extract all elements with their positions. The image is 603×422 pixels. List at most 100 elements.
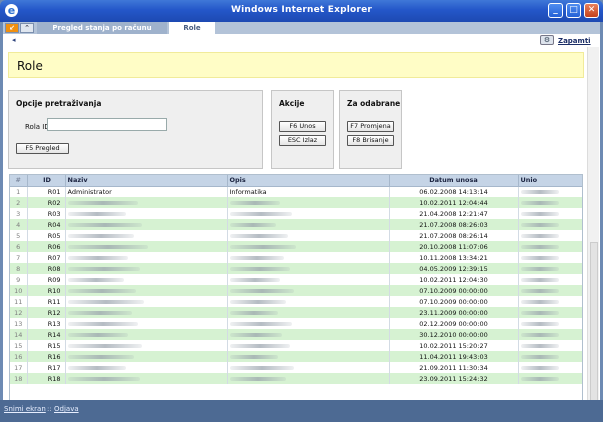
table-row[interactable]: 6 R06 20.10.2008 11:07:06	[10, 241, 582, 252]
row-opis	[227, 340, 390, 351]
redacted-text	[67, 354, 134, 359]
column-header-id[interactable]: ID	[27, 175, 66, 187]
row-datum-unosa: 10.02.2011 12:04:44	[389, 197, 519, 208]
redacted-text	[229, 266, 290, 271]
row-datum-unosa: 30.12.2010 00:00:00	[389, 329, 519, 340]
redacted-text	[520, 321, 559, 326]
snimi-ekran-link[interactable]: Snimi ekran	[4, 405, 46, 413]
redacted-text	[67, 233, 134, 238]
f5-pregled-button[interactable]: F5 Pregled	[16, 143, 69, 154]
row-datum-unosa: 10.11.2008 13:34:21	[389, 252, 519, 263]
row-index: 4	[10, 219, 28, 230]
search-options-panel: Opcije pretraživanja Rola ID F5 Pregled	[8, 90, 263, 169]
redacted-text	[229, 354, 278, 359]
table-row[interactable]: 17 R17 21.09.2011 11:30:34	[10, 362, 582, 373]
redacted-text	[229, 233, 288, 238]
row-index: 3	[10, 208, 28, 219]
table-row[interactable]: 2 R02 10.02.2011 12:04:44	[10, 197, 582, 208]
redacted-text	[229, 255, 284, 260]
selected-actions-panel: Za odabrane F7 Promjena F8 Brisanje	[339, 90, 402, 169]
redacted-text	[229, 365, 294, 370]
redacted-text	[229, 244, 296, 249]
row-datum-unosa: 06.02.2008 14:13:14	[389, 186, 519, 197]
row-unio	[518, 208, 582, 219]
table-row[interactable]: 8 R08 04.05.2009 12:39:15	[10, 263, 582, 274]
row-index: 14	[10, 329, 28, 340]
row-opis	[227, 230, 390, 241]
row-opis	[227, 307, 390, 318]
row-opis	[227, 197, 390, 208]
table-row[interactable]: 1 R01 Administrator Informatika 06.02.2008 1…	[10, 186, 582, 197]
arrow-left-icon[interactable]: ◂	[12, 36, 16, 44]
save-settings-icon[interactable]: ⚙	[540, 35, 554, 45]
column-header-unio[interactable]: Unio	[518, 175, 582, 187]
close-window-button[interactable]: ✕	[584, 3, 599, 18]
redacted-text	[229, 277, 280, 282]
row-opis	[227, 296, 390, 307]
redacted-text	[67, 288, 136, 293]
row-opis	[227, 318, 390, 329]
esc-izlaz-button[interactable]: ESC Izlaz	[279, 135, 326, 146]
row-naziv	[65, 362, 228, 373]
column-header-index[interactable]: #	[10, 175, 28, 187]
tab-role[interactable]: Role	[169, 22, 215, 34]
redacted-text	[67, 376, 140, 381]
redacted-text	[229, 211, 292, 216]
actions-panel: Akcije F6 Unos ESC Izlaz	[271, 90, 334, 169]
table-row[interactable]: 16 R16 11.04.2011 19:43:03	[10, 351, 582, 362]
row-unio	[518, 241, 582, 252]
table-row[interactable]: 5 R05 21.07.2008 08:26:14	[10, 230, 582, 241]
vertical-scrollbar[interactable]	[587, 47, 599, 402]
table-row[interactable]: 10 R10 07.10.2009 00:00:00	[10, 285, 582, 296]
f6-unos-button[interactable]: F6 Unos	[279, 121, 326, 132]
zapamti-link[interactable]: Zapamti	[558, 37, 591, 45]
table-row[interactable]: 13 R13 02.12.2009 00:00:00	[10, 318, 582, 329]
row-naziv	[65, 197, 228, 208]
row-naziv	[65, 241, 228, 252]
scrollbar-thumb[interactable]	[590, 242, 598, 402]
table-row[interactable]: 11 R11 07.10.2009 00:00:00	[10, 296, 582, 307]
table-row[interactable]: 3 R03 21.04.2008 12:21:47	[10, 208, 582, 219]
tab-pregled-stanja[interactable]: Pregled stanja po računu	[37, 22, 167, 34]
column-header-opis[interactable]: Opis	[227, 175, 390, 187]
minimize-button[interactable]: _	[548, 3, 563, 18]
redacted-text	[67, 299, 144, 304]
row-datum-unosa: 23.11.2009 00:00:00	[389, 307, 519, 318]
odjava-link[interactable]: Odjava	[54, 405, 79, 413]
redacted-text	[229, 222, 276, 227]
f8-brisanje-button[interactable]: F8 Brisanje	[347, 135, 394, 146]
back-arrow-icon[interactable]: ↙	[5, 23, 19, 33]
row-index: 5	[10, 230, 28, 241]
row-index: 12	[10, 307, 28, 318]
column-header-naziv[interactable]: Naziv	[65, 175, 228, 187]
table-row[interactable]: 18 R18 23.09.2011 15:24:32	[10, 373, 582, 384]
table-row[interactable]: 9 R09 10.02.2011 12:04:30	[10, 274, 582, 285]
column-header-datum-unosa[interactable]: Datum unosa	[389, 175, 519, 187]
row-id: R08	[27, 263, 66, 274]
row-id: R02	[27, 197, 66, 208]
chevron-up-icon[interactable]: ⌃	[20, 23, 34, 33]
maximize-button[interactable]: □	[566, 3, 581, 18]
redacted-text	[520, 332, 559, 337]
row-datum-unosa: 11.04.2011 19:43:03	[389, 351, 519, 362]
table-row[interactable]: 7 R07 10.11.2008 13:34:21	[10, 252, 582, 263]
row-datum-unosa: 07.10.2009 00:00:00	[389, 285, 519, 296]
row-id: R12	[27, 307, 66, 318]
table-row[interactable]: 4 R04 21.07.2008 08:26:03	[10, 219, 582, 230]
status-separator: ::	[47, 405, 52, 413]
table-row[interactable]: 14 R14 30.12.2010 00:00:00	[10, 329, 582, 340]
table-row[interactable]: 12 R12 23.11.2009 00:00:00	[10, 307, 582, 318]
redacted-text	[229, 299, 286, 304]
redacted-text	[520, 255, 559, 260]
rola-id-input[interactable]	[47, 118, 167, 131]
row-unio	[518, 197, 582, 208]
page-title: Role	[17, 59, 43, 73]
table-row[interactable]: 15 R15 10.02.2011 15:20:27	[10, 340, 582, 351]
window-title: Windows Internet Explorer	[230, 5, 373, 15]
roles-grid: # ID Naziv Opis Datum unosa Unio 1 R01 Adm…	[9, 174, 583, 408]
row-naziv	[65, 263, 228, 274]
row-unio	[518, 219, 582, 230]
f7-promjena-button[interactable]: F7 Promjena	[347, 121, 394, 132]
row-id: R04	[27, 219, 66, 230]
row-id: R11	[27, 296, 66, 307]
